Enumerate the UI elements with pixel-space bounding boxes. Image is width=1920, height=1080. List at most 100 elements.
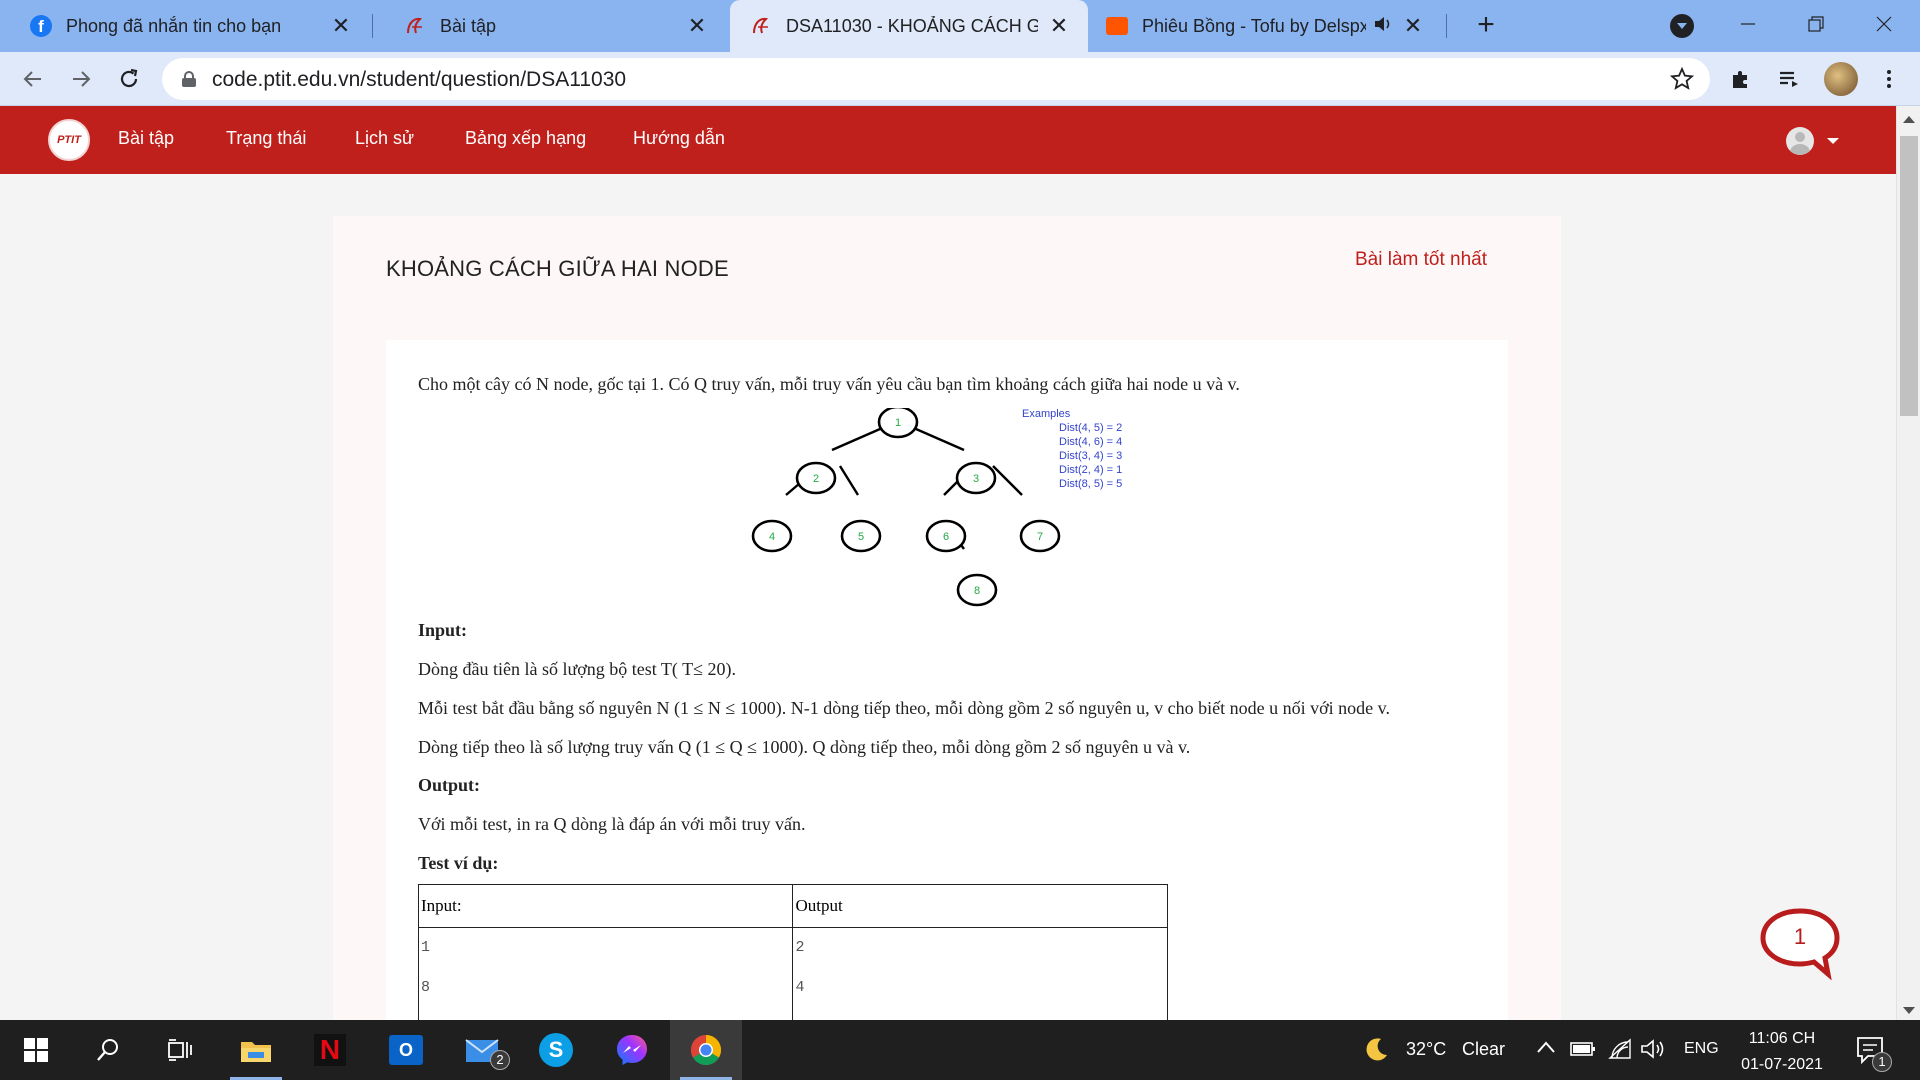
chrome-icon[interactable] [670,1020,742,1080]
speaker-icon[interactable] [1374,16,1392,37]
sample-header-input: Input: [417,884,794,928]
close-icon[interactable]: ✕ [686,13,708,39]
close-window-button[interactable] [1864,8,1904,44]
new-tab-button[interactable]: + [1468,8,1504,44]
windows-start-icon[interactable] [0,1020,72,1080]
minimize-button[interactable] [1728,8,1768,44]
tab-divider [1446,14,1447,38]
example-line: Dist(2, 4) = 1 [1059,464,1123,476]
skype-letter: S [539,1033,573,1067]
reload-icon[interactable] [112,62,146,96]
examples-box: Examples Dist(4, 5) = 2 Dist(4, 6) = 4 D… [1022,407,1122,491]
tab-bai-tap[interactable]: Bài tập ✕ [374,0,726,52]
mail-icon[interactable]: 2 [446,1020,518,1080]
output-heading: Output: [418,775,481,795]
tab-soundcloud[interactable]: Phiêu Bồng - Tofu by Delspx ✕ [1090,0,1442,52]
extensions-puzzle-icon[interactable] [1724,62,1758,96]
skype-icon[interactable]: S [520,1020,592,1080]
tab-dsa11030[interactable]: DSA11030 - KHOẢNG CÁCH GIỮA ✕ [730,0,1088,52]
task-view-icon[interactable] [144,1020,216,1080]
page-title: KHOẢNG CÁCH GIỮA HAI NODE [386,256,729,281]
messenger-icon[interactable] [596,1020,668,1080]
address-bar[interactable]: code.ptit.edu.vn/student/question/DSA110… [162,58,1710,100]
file-explorer-icon[interactable] [220,1020,292,1080]
chat-bubble-button[interactable]: 1 [1758,906,1842,985]
sample-input-cell: 8 [417,967,794,1008]
tab-title: Phong đã nhắn tin cho bạn [66,15,282,36]
user-avatar[interactable] [1786,127,1814,155]
tree-node-label: 4 [769,531,775,543]
lock-icon[interactable] [182,71,196,87]
nav-huong-dan[interactable]: Hướng dẫn [633,128,725,149]
ptit-logo[interactable]: PTIT [48,119,90,161]
ptit-icon [404,15,426,37]
clock-time: 11:06 CH [1748,1030,1816,1047]
weather-moon-icon[interactable] [1362,1036,1390,1069]
nav-bang-xep-hang[interactable]: Bảng xếp hạng [465,128,586,149]
netflix-letter: N [314,1034,346,1066]
tree-node-label: 5 [858,531,864,543]
scroll-up-arrow[interactable] [1903,116,1915,123]
sample-test-table: Input: Output 1 2 8 4 [417,884,1168,1020]
windows-taskbar: N O 2 S 32°C Clear ENG 11:06 CH 01-07-20… [0,1020,1920,1080]
outlook-letter: O [389,1035,423,1065]
chat-count: 1 [1794,924,1806,949]
clock-date: 01-07-2021 [1741,1056,1823,1073]
sample-heading: Test ví dụ: [418,853,499,873]
nav-trang-thai[interactable]: Trạng thái [226,128,306,149]
media-queue-icon[interactable] [1772,62,1806,96]
weather-desc[interactable]: Clear [1462,1039,1505,1060]
browser-tabstrip: f Phong đã nhắn tin cho bạn ✕ Bài tập ✕ … [0,0,1920,52]
facebook-icon: f [30,15,52,37]
table-row [417,1007,1168,1020]
tree-node-label: 8 [974,585,980,597]
battery-icon[interactable] [1570,1040,1596,1063]
outlook-icon[interactable]: O [370,1020,442,1080]
close-icon[interactable]: ✕ [330,13,352,39]
weather-temp[interactable]: 32°C [1406,1039,1446,1060]
table-row: 8 4 [417,967,1168,1008]
tab-facebook[interactable]: f Phong đã nhắn tin cho bạn ✕ [0,0,370,52]
system-clock[interactable]: 11:06 CH 01-07-2021 [1730,1026,1834,1078]
netflix-icon[interactable]: N [294,1020,366,1080]
notification-center-icon[interactable]: 1 [1856,1036,1892,1072]
mail-badge: 2 [490,1050,510,1070]
language-indicator[interactable]: ENG [1684,1040,1719,1058]
url-text[interactable]: code.ptit.edu.vn/student/question/DSA110… [212,68,626,92]
tab-title: DSA11030 - KHOẢNG CÁCH GIỮA [786,15,1038,36]
nav-bai-tap[interactable]: Bài tập [118,128,174,149]
tree-node-label: 2 [813,473,819,485]
close-icon[interactable]: ✕ [1402,13,1424,39]
search-icon[interactable] [72,1020,144,1080]
input-line: Mỗi test bắt đầu bằng số nguyên N (1 ≤ N… [418,698,1390,718]
sample-header-output: Output [792,884,1168,928]
example-line: Dist(4, 5) = 2 [1059,422,1123,434]
site-navbar: PTIT Bài tập Trạng thái Lịch sử Bảng xếp… [0,106,1896,174]
problem-intro: Cho một cây có N node, gốc tại 1. Có Q t… [418,374,1240,394]
chevron-down-icon[interactable] [1827,138,1839,144]
nav-lich-su[interactable]: Lịch sử [355,128,414,149]
table-row: 1 2 [417,927,1168,968]
forward-icon[interactable] [64,62,98,96]
volume-icon[interactable] [1640,1038,1666,1065]
browser-toolbar: code.ptit.edu.vn/student/question/DSA110… [0,52,1920,106]
bookmark-star-icon[interactable] [1669,64,1695,98]
chevron-up-icon[interactable] [1536,1040,1556,1059]
problem-statement: Cho một cây có N node, gốc tại 1. Có Q t… [386,340,1508,1020]
best-submission-link[interactable]: Bài làm tốt nhất [1355,249,1487,271]
restore-button[interactable] [1796,8,1836,44]
scroll-thumb[interactable] [1900,136,1918,416]
input-line: Dòng tiếp theo là số lượng truy vấn Q (1… [418,737,1191,757]
more-menu-icon[interactable] [1872,62,1906,96]
wifi-icon[interactable] [1608,1038,1632,1065]
tab-search-icon[interactable] [1670,14,1694,38]
back-icon[interactable] [16,62,50,96]
tree-node-label: 6 [943,531,949,543]
close-icon[interactable]: ✕ [1048,13,1070,39]
browser-profile-avatar[interactable] [1824,62,1858,96]
sample-output-cell [792,1007,1168,1020]
soundcloud-icon [1106,15,1128,37]
input-heading: Input: [418,620,468,640]
page-scrollbar[interactable] [1896,106,1920,1020]
scroll-down-arrow[interactable] [1903,1007,1915,1014]
